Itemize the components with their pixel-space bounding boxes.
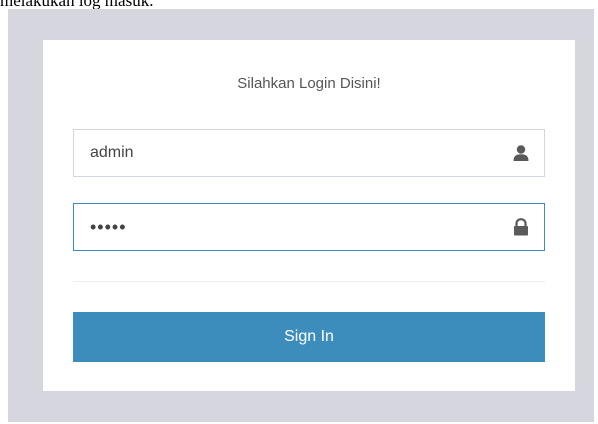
login-title: Silahkan Login Disini! <box>237 75 381 92</box>
username-field <box>73 129 545 177</box>
divider <box>73 281 545 282</box>
password-input[interactable] <box>74 204 494 250</box>
username-input[interactable] <box>74 130 494 176</box>
sign-in-button[interactable]: Sign In <box>73 312 545 362</box>
lock-icon <box>512 218 530 236</box>
page: melakukan log masuk. Silahkan Login Disi… <box>0 0 598 424</box>
login-box: Silahkan Login Disini! Sign In <box>43 40 575 391</box>
user-icon <box>512 144 530 162</box>
password-field <box>73 203 545 251</box>
